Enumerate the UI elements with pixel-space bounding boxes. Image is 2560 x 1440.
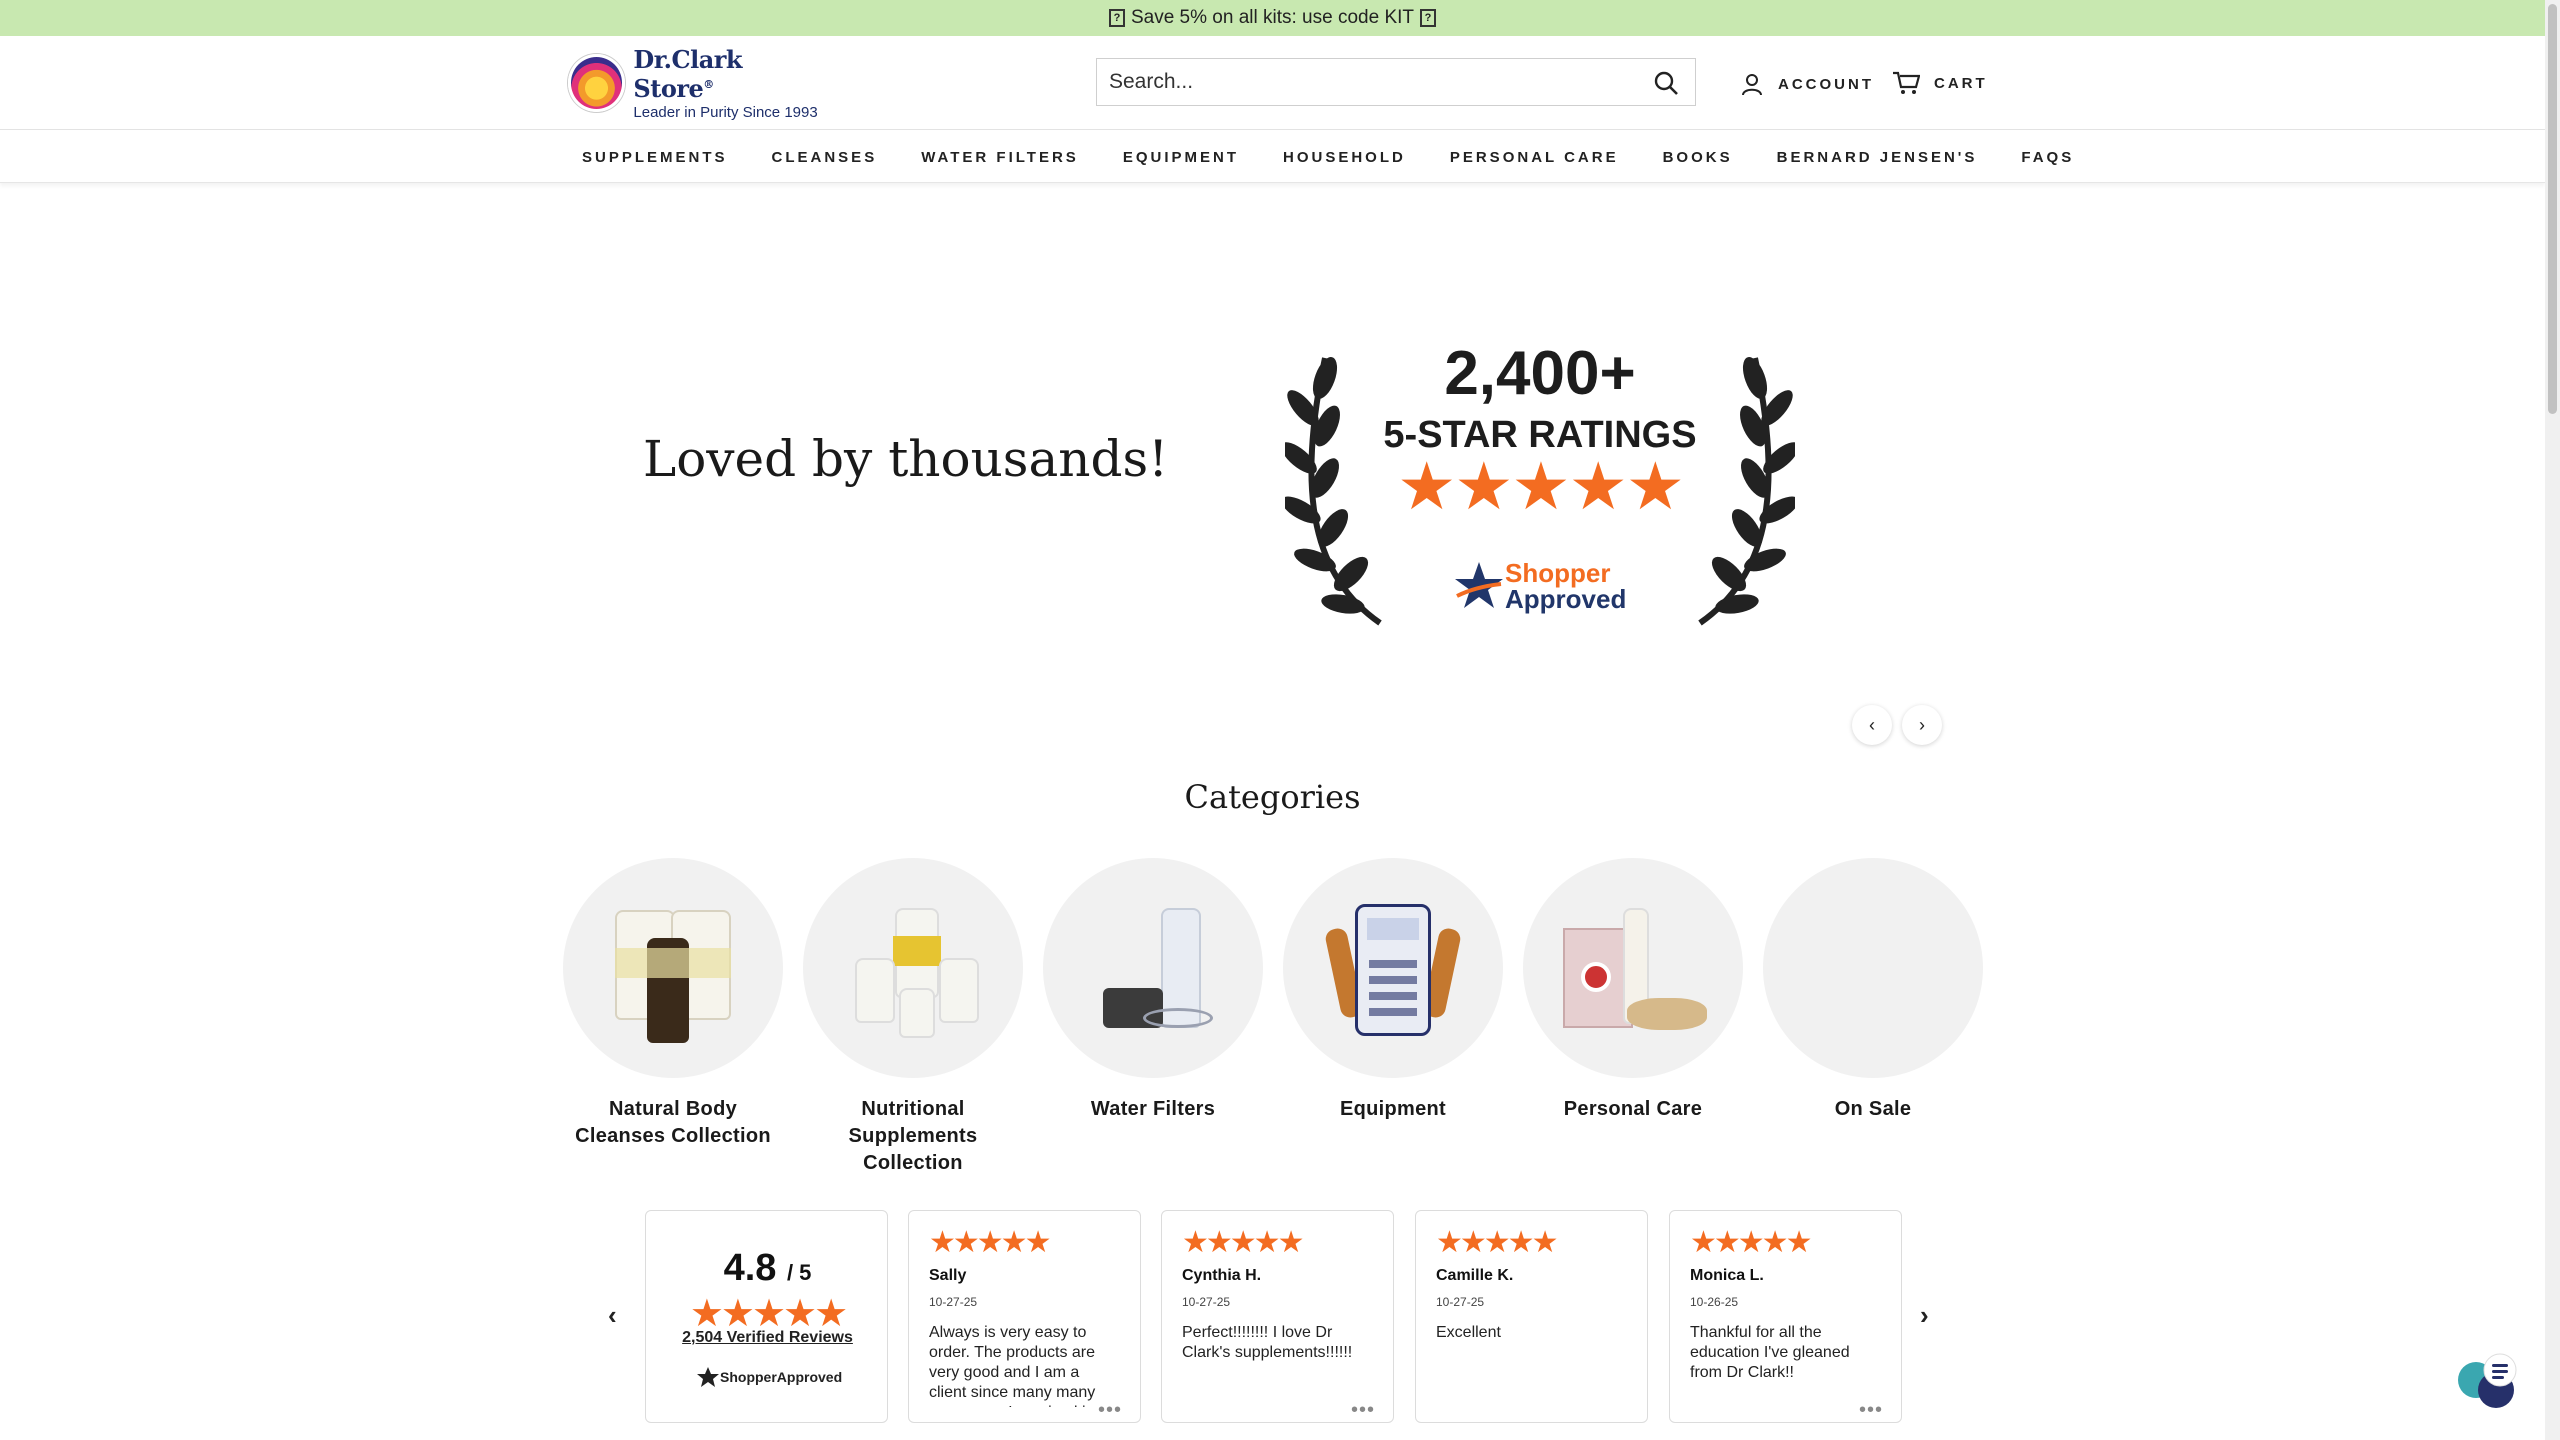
category-label: On Sale [1834,1098,1912,1120]
shopper-approved-text: ShopperApproved [720,1369,843,1385]
category-image[interactable] [563,858,783,1078]
review-date: 10-27-25 [1182,1295,1231,1309]
category-image[interactable] [1043,858,1263,1078]
hero-next-button[interactable]: › [1902,705,1942,745]
hero-title: Loved by thousands! [643,430,1169,488]
nav-faqs[interactable]: FAQS [1999,149,2096,166]
category-equipment[interactable]: Equipment [1283,858,1503,1177]
category-image[interactable] [1283,858,1503,1078]
category-list: Natural Body Cleanses Collection Nutriti… [563,858,1983,1177]
review-card: ★★★★★ Sally 10-27-25 Always is very easy… [908,1210,1141,1423]
verified-reviews-link[interactable]: 2,504 Verified Reviews [646,1329,889,1347]
cart-label: CART [1934,74,1988,92]
category-image[interactable] [1763,858,1983,1078]
shopper-approved-logo: Shopper Approved [1453,560,1626,612]
logo-name: Dr.Clark Store [633,45,743,103]
account-label: ACCOUNT [1778,75,1874,93]
category-label: Personal Care [1563,1098,1703,1120]
main-nav: SUPPLEMENTS CLEANSES WATER FILTERS EQUIP… [0,131,2545,183]
badge-count: 2,400+ [1444,339,1636,408]
badge-brand-line1: Shopper [1505,558,1611,588]
ratings-badge: 2,400+ 5-STAR RATINGS ★★★★★ Shopper Appr… [1285,330,1795,630]
nav-equipment[interactable]: EQUIPMENT [1101,149,1261,166]
chat-widget-icon[interactable] [2456,1350,2528,1410]
logo-sun-icon [568,54,626,112]
category-image[interactable] [803,858,1023,1078]
review-name: Monica L. [1690,1267,1764,1284]
category-label: Nutritional Supplements Collection [848,1098,978,1174]
category-label: Natural Body Cleanses Collection [575,1098,771,1147]
nav-supplements[interactable]: SUPPLEMENTS [560,149,750,166]
cart-icon [1893,71,1920,94]
category-personal-care[interactable]: Personal Care [1523,858,1743,1177]
review-name: Camille K. [1436,1267,1514,1284]
nav-personal-care[interactable]: PERSONAL CARE [1428,149,1641,166]
announcement-text: Save 5% on all kits: use code KIT [1130,7,1415,28]
search-box [1096,58,1696,106]
review-text: Thankful for all the education I've glea… [1690,1324,1850,1381]
cart-link[interactable]: CART [1892,70,1988,96]
registered-mark: ® [703,78,714,91]
nav-bernard-jensens[interactable]: BERNARD JENSEN'S [1755,149,2000,166]
nav-cleanses[interactable]: CLEANSES [750,149,900,166]
review-name: Cynthia H. [1182,1267,1262,1284]
review-text: Excellent [1436,1324,1501,1341]
categories-title: Categories [1184,778,1361,816]
review-date: 10-26-25 [1690,1295,1739,1309]
review-stars: ★★★★★ [1182,1226,1304,1259]
reviews-next-button[interactable]: › [1920,1300,1929,1331]
account-icon [1742,74,1762,96]
category-image[interactable] [1523,858,1743,1078]
review-more-button[interactable]: ••• [1859,1399,1883,1422]
shopper-approved-logo-small: ShopperApproved [696,1366,842,1388]
badge-stars: ★★★★★ [1397,449,1685,523]
search-input[interactable] [1109,70,1629,94]
badge-brand-line2: Approved [1505,584,1627,614]
review-summary-card: 4.8 / 5 ★★★★★ 2,504 Verified Reviews Sho… [645,1210,888,1423]
review-stars: ★★★★★ [1690,1226,1812,1259]
review-score: 4.8 [723,1247,777,1289]
store-logo[interactable]: Dr.Clark Store® Leader in Purity Since 1… [568,45,828,121]
shopper-approved-star-icon-small [697,1367,719,1387]
gift-icon: ? [1108,9,1125,27]
category-label: Equipment [1339,1098,1447,1120]
nav-household[interactable]: HOUSEHOLD [1261,149,1428,166]
nav-books[interactable]: BOOKS [1641,149,1755,166]
search-icon[interactable] [1653,70,1679,96]
shopper-approved-star-icon [1455,562,1503,608]
review-stars: ★★★★★ [929,1226,1051,1259]
reviews-prev-button[interactable]: ‹ [608,1300,617,1331]
review-date: 10-27-25 [1436,1295,1485,1309]
nav-water-filters[interactable]: WATER FILTERS [899,149,1101,166]
review-name: Sally [929,1267,967,1284]
category-label: Water Filters [1090,1098,1216,1120]
review-more-button[interactable]: ••• [1351,1399,1375,1422]
category-cleanses[interactable]: Natural Body Cleanses Collection [563,858,783,1177]
review-stars: ★★★★★ [1436,1226,1558,1259]
review-card: ★★★★★ Camille K. 10-27-25 Excellent [1415,1210,1648,1423]
announcement-bar: ? Save 5% on all kits: use code KIT ? [0,0,2545,36]
hero-prev-button[interactable]: ‹ [1852,705,1892,745]
gift-icon-right: ? [1420,9,1437,27]
review-text: Always is very easy to order. The produc… [929,1324,1096,1407]
logo-tagline: Leader in Purity Since 1993 [633,104,818,121]
review-score-of: / 5 [786,1260,812,1285]
hero-slider-controls: ‹ › [1852,705,1942,745]
account-link[interactable]: ACCOUNT [1740,72,1874,96]
category-supplements[interactable]: Nutritional Supplements Collection [803,858,1023,1177]
review-card: ★★★★★ Monica L. 10-26-25 Thankful for al… [1669,1210,1902,1423]
review-more-button[interactable]: ••• [1098,1399,1122,1422]
review-text: Perfect!!!!!!!! I love Dr Clark's supple… [1182,1324,1353,1361]
category-on-sale[interactable]: On Sale [1763,858,1983,1177]
page-scrollbar-thumb[interactable] [2548,4,2557,414]
category-water-filters[interactable]: Water Filters [1043,858,1263,1177]
review-date: 10-27-25 [929,1295,978,1309]
review-card: ★★★★★ Cynthia H. 10-27-25 Perfect!!!!!!!… [1161,1210,1394,1423]
site-header: Dr.Clark Store® Leader in Purity Since 1… [0,36,2545,130]
